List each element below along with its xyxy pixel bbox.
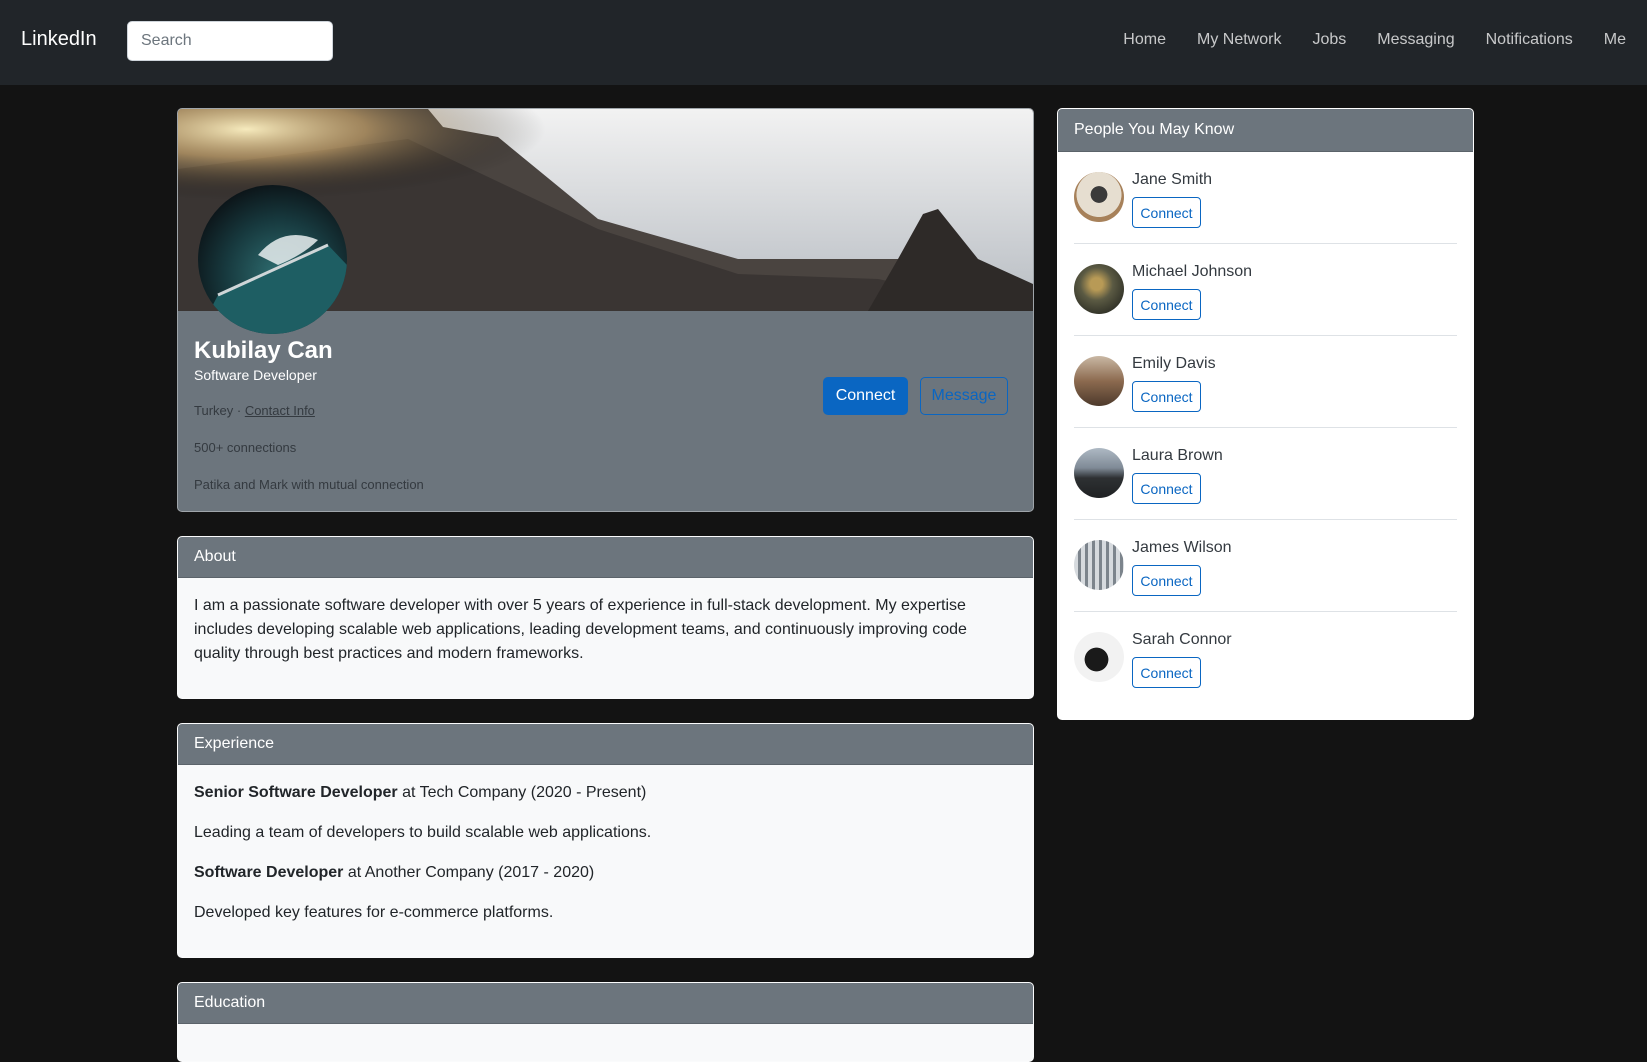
- about-card: About I am a passionate software develop…: [177, 536, 1034, 699]
- about-text: I am a passionate software developer wit…: [194, 597, 967, 662]
- profile-card: Kubilay Can Software Developer Turkey · …: [177, 108, 1034, 512]
- person-item: Sarah Connor Connect: [1074, 612, 1457, 704]
- nav-home[interactable]: Home: [1123, 31, 1166, 49]
- person-connect-button[interactable]: Connect: [1132, 565, 1201, 596]
- profile-name: Kubilay Can: [194, 337, 333, 364]
- nav-links: Home My Network Jobs Messaging Notificat…: [1123, 31, 1626, 49]
- profile-headline: Software Developer: [194, 367, 317, 383]
- education-card: Education: [177, 982, 1034, 1062]
- nav-messaging[interactable]: Messaging: [1377, 31, 1454, 49]
- experience-item: Senior Software Developer at Tech Compan…: [194, 781, 1017, 805]
- nav-jobs[interactable]: Jobs: [1312, 31, 1346, 49]
- experience-list: Senior Software Developer at Tech Compan…: [178, 765, 1033, 957]
- education-header: Education: [178, 983, 1033, 1024]
- person-name[interactable]: Emily Davis: [1132, 355, 1216, 373]
- about-header: About: [178, 537, 1033, 578]
- person-name[interactable]: Laura Brown: [1132, 447, 1223, 465]
- mutual-connections[interactable]: Patika and Mark with mutual connection: [194, 477, 424, 492]
- connect-button[interactable]: Connect: [823, 377, 908, 415]
- nav-me[interactable]: Me: [1604, 31, 1626, 49]
- people-list: Jane Smith Connect Michael Johnson Conne…: [1058, 152, 1473, 704]
- experience-company: at Another Company (2017 - 2020): [343, 864, 595, 881]
- experience-role: Software Developer: [194, 864, 344, 881]
- top-navbar: LinkedIn Home My Network Jobs Messaging …: [0, 0, 1647, 85]
- profile-location: Turkey · Contact Info: [194, 403, 315, 418]
- person-name[interactable]: Michael Johnson: [1132, 263, 1252, 281]
- experience-company: at Tech Company (2020 - Present): [397, 784, 647, 801]
- person-connect-button[interactable]: Connect: [1132, 473, 1201, 504]
- experience-item: Software Developer at Another Company (2…: [194, 861, 1017, 885]
- person-item: Laura Brown Connect: [1074, 428, 1457, 520]
- person-name[interactable]: Sarah Connor: [1132, 631, 1232, 649]
- message-button[interactable]: Message: [920, 377, 1008, 415]
- experience-header: Experience: [178, 724, 1033, 765]
- person-item: Michael Johnson Connect: [1074, 244, 1457, 336]
- person-connect-button[interactable]: Connect: [1132, 381, 1201, 412]
- person-avatar[interactable]: [1074, 264, 1124, 314]
- person-avatar[interactable]: [1074, 448, 1124, 498]
- person-connect-button[interactable]: Connect: [1132, 197, 1201, 228]
- avatar-pool-image: [198, 235, 347, 334]
- person-avatar[interactable]: [1074, 632, 1124, 682]
- nav-my-network[interactable]: My Network: [1197, 31, 1281, 49]
- person-avatar[interactable]: [1074, 356, 1124, 406]
- person-item: James Wilson Connect: [1074, 520, 1457, 612]
- person-item: Jane Smith Connect: [1074, 152, 1457, 244]
- person-connect-button[interactable]: Connect: [1132, 657, 1201, 688]
- experience-role: Senior Software Developer: [194, 784, 398, 801]
- people-you-may-know-card: People You May Know Jane Smith Connect M…: [1057, 108, 1474, 720]
- experience-desc: Developed key features for e-commerce pl…: [194, 904, 554, 921]
- person-avatar[interactable]: [1074, 172, 1124, 222]
- person-avatar[interactable]: [1074, 540, 1124, 590]
- contact-info-link[interactable]: Contact Info: [245, 403, 315, 418]
- search-input[interactable]: [127, 21, 333, 61]
- person-name[interactable]: James Wilson: [1132, 539, 1232, 557]
- experience-desc: Leading a team of developers to build sc…: [194, 824, 652, 841]
- person-item: Emily Davis Connect: [1074, 336, 1457, 428]
- experience-card: Experience Senior Software Developer at …: [177, 723, 1034, 958]
- nav-notifications[interactable]: Notifications: [1486, 31, 1573, 49]
- brand-logo[interactable]: LinkedIn: [21, 28, 97, 51]
- location-text: Turkey ·: [194, 403, 245, 418]
- profile-avatar[interactable]: [198, 185, 347, 334]
- connections-count[interactable]: 500+ connections: [194, 440, 296, 455]
- person-connect-button[interactable]: Connect: [1132, 289, 1201, 320]
- people-header: People You May Know: [1058, 109, 1473, 152]
- person-name[interactable]: Jane Smith: [1132, 171, 1212, 189]
